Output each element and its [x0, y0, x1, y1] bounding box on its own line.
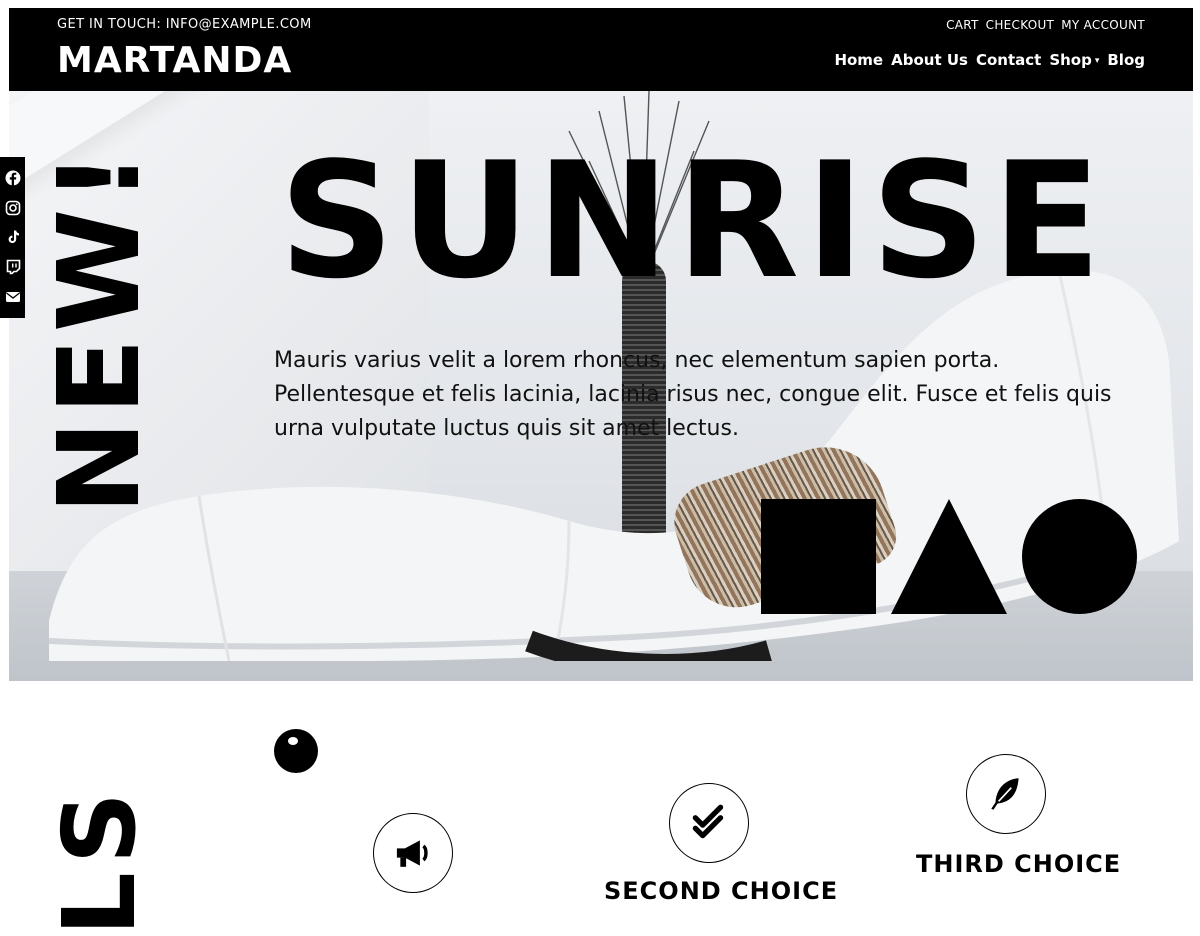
square-shape [761, 499, 876, 614]
facebook-icon[interactable] [5, 170, 21, 186]
instagram-icon[interactable] [5, 200, 21, 216]
main-nav: Home About Us Contact Shop ▾ Blog [834, 51, 1145, 69]
nav-about-us[interactable]: About Us [891, 51, 968, 69]
social-sidebar [0, 157, 25, 318]
checkmark-icon [669, 783, 749, 863]
contact-info[interactable]: GET IN TOUCH: INFO@EXAMPLE.COM [57, 17, 312, 32]
nav-home[interactable]: Home [834, 51, 883, 69]
twitch-icon[interactable] [5, 259, 21, 275]
site-logo[interactable]: MARTANDA [57, 40, 292, 81]
site-header: GET IN TOUCH: INFO@EXAMPLE.COM MARTANDA … [9, 8, 1193, 91]
chevron-down-icon: ▾ [1094, 56, 1100, 66]
feather-icon [966, 754, 1046, 834]
cart-link[interactable]: CART [946, 18, 979, 32]
features-vertical-label: LS [41, 784, 158, 936]
utility-nav: CART CHECKOUT MY ACCOUNT [946, 18, 1145, 32]
decorative-ball [274, 729, 318, 773]
nav-contact[interactable]: Contact [976, 51, 1041, 69]
nav-shop-label: Shop [1049, 51, 1092, 69]
hero-title: SUNRISE [279, 127, 1108, 314]
feature-2-title: SECOND CHOICE [604, 877, 839, 905]
email-icon[interactable] [5, 289, 21, 305]
my-account-link[interactable]: MY ACCOUNT [1061, 18, 1145, 32]
hero-description: Mauris varius velit a lorem rhoncus, nec… [274, 348, 1112, 441]
nav-blog[interactable]: Blog [1107, 51, 1145, 69]
triangle-shape [891, 499, 1007, 614]
hero-banner: SUNRISE Mauris varius velit a lorem rhon… [9, 91, 1193, 681]
circle-shape [1022, 499, 1137, 614]
new-vertical-label: NEW! [35, 145, 165, 515]
nav-shop[interactable]: Shop ▾ [1049, 51, 1099, 69]
feature-3-title: THIRD CHOICE [916, 850, 1122, 878]
checkout-link[interactable]: CHECKOUT [986, 18, 1055, 32]
megaphone-icon [373, 813, 453, 893]
tiktok-icon[interactable] [5, 229, 21, 245]
